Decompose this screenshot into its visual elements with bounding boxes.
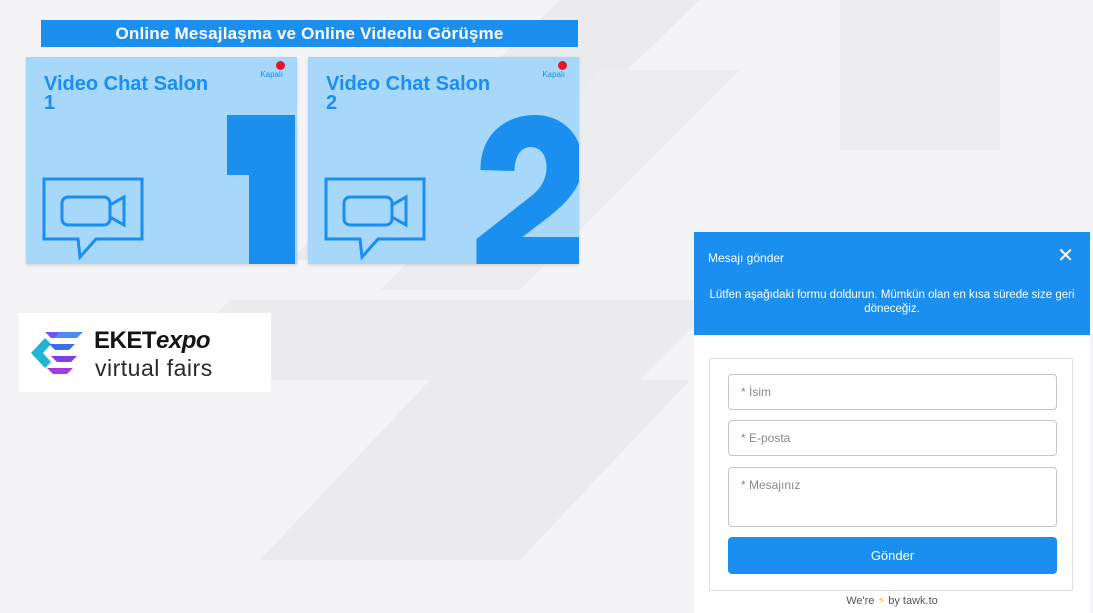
status-dot-icon — [558, 61, 567, 70]
big-number-2-graphic — [476, 115, 579, 264]
chat-title: Mesajı gönder — [708, 251, 785, 265]
room-title: Video Chat Salon 1 — [44, 73, 209, 114]
logo-tagline: virtual fairs — [95, 355, 213, 381]
logo-brand-main: EKET — [94, 327, 157, 354]
room-status: Kapalı — [260, 70, 283, 79]
message-textarea[interactable] — [728, 467, 1057, 527]
close-icon[interactable]: ✕ — [1057, 245, 1074, 267]
video-camera-icon — [42, 177, 144, 261]
powered-prefix: We're — [846, 595, 875, 607]
video-camera-icon — [324, 177, 426, 261]
email-input[interactable] — [728, 420, 1057, 456]
name-input[interactable] — [728, 374, 1057, 410]
room-status: Kapalı — [542, 70, 565, 79]
chat-header: Mesajı gönder ✕ Lütfen aşağıdaki formu d… — [694, 232, 1090, 335]
video-chat-room-2-card[interactable]: Video Chat Salon 2 Kapalı — [308, 57, 579, 264]
chat-widget: Mesajı gönder ✕ Lütfen aşağıdaki formu d… — [694, 232, 1090, 613]
page-banner-title: Online Mesajlaşma ve Online Videolu Görü… — [41, 20, 578, 47]
room-title: Video Chat Salon 2 — [326, 73, 491, 114]
status-dot-icon — [276, 61, 285, 70]
video-chat-room-1-card[interactable]: Video Chat Salon 1 Kapalı — [26, 57, 297, 264]
contact-form: Gönder — [709, 358, 1073, 591]
lightning-icon: ⚡ — [877, 595, 886, 607]
powered-by: We're ⚡ by tawk.to — [694, 594, 1090, 607]
logo-brand-suffix: expo — [156, 327, 211, 354]
logo-brand: EKETexpo — [94, 327, 211, 355]
big-number-1-graphic — [227, 115, 295, 264]
chat-intro-text: Lütfen aşağıdaki formu doldurun. Mümkün … — [709, 289, 1075, 315]
eketexpo-logo: EKETexpo virtual fairs — [19, 313, 271, 392]
send-button[interactable]: Gönder — [728, 537, 1057, 574]
eketexpo-logo-mark-icon — [31, 332, 83, 374]
tawk-to-link[interactable]: by tawk.to — [888, 595, 938, 607]
